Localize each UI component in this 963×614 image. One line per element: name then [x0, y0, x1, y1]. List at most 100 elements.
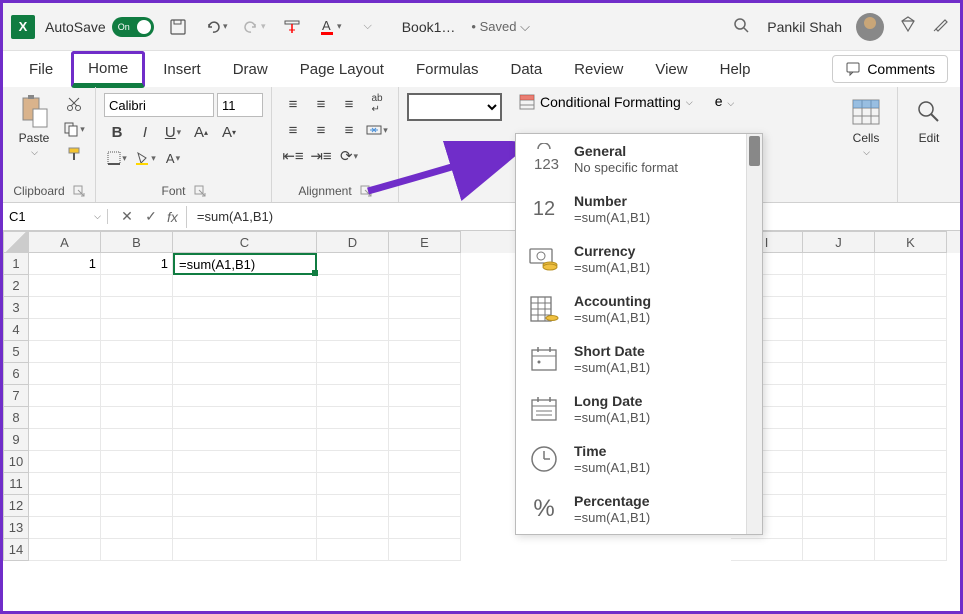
saved-status[interactable]: • Saved ⌵ — [471, 19, 530, 35]
cell[interactable] — [803, 385, 875, 407]
decrease-indent-icon[interactable]: ⇤≡ — [280, 145, 306, 167]
cell[interactable] — [29, 341, 101, 363]
cell[interactable] — [875, 297, 947, 319]
cell[interactable] — [803, 275, 875, 297]
cell[interactable] — [389, 473, 461, 495]
cell[interactable] — [29, 363, 101, 385]
cell[interactable] — [803, 341, 875, 363]
cell[interactable] — [731, 539, 803, 561]
cell-b1[interactable]: 1 — [101, 253, 173, 275]
comments-button[interactable]: Comments — [832, 55, 948, 83]
cell[interactable] — [29, 495, 101, 517]
cell[interactable] — [875, 275, 947, 297]
redo-icon[interactable]: ▾ — [240, 13, 268, 41]
cell[interactable] — [101, 539, 173, 561]
cell[interactable] — [389, 363, 461, 385]
font-color-icon[interactable]: A▾ — [160, 147, 186, 169]
cell[interactable] — [875, 385, 947, 407]
format-painter-icon[interactable] — [61, 143, 87, 165]
col-header[interactable]: B — [101, 231, 173, 253]
cell[interactable] — [317, 539, 389, 561]
row-header[interactable]: 7 — [3, 385, 29, 407]
row-header[interactable]: 3 — [3, 297, 29, 319]
cell[interactable] — [317, 385, 389, 407]
row-header[interactable]: 8 — [3, 407, 29, 429]
tab-formulas[interactable]: Formulas — [402, 55, 493, 84]
underline-icon[interactable]: U▾ — [160, 121, 186, 143]
row-header[interactable]: 12 — [3, 495, 29, 517]
cell[interactable] — [173, 385, 317, 407]
cell[interactable] — [29, 275, 101, 297]
cell[interactable] — [173, 539, 317, 561]
row-header[interactable]: 1 — [3, 253, 29, 275]
cell[interactable] — [101, 429, 173, 451]
cell[interactable] — [101, 363, 173, 385]
dialog-launcher-icon[interactable] — [360, 185, 372, 197]
format-icon[interactable] — [278, 13, 306, 41]
format-time[interactable]: Time=sum(A1,B1) — [516, 434, 762, 484]
tab-review[interactable]: Review — [560, 55, 637, 84]
italic-icon[interactable]: I — [132, 121, 158, 143]
cell[interactable] — [803, 253, 875, 275]
cell[interactable] — [173, 495, 317, 517]
editing-button[interactable]: Edit — [906, 93, 952, 147]
fx-icon[interactable]: fx — [167, 209, 178, 225]
format-percentage[interactable]: % Percentage=sum(A1,B1) — [516, 484, 762, 534]
number-format-select[interactable] — [407, 93, 502, 121]
cell[interactable] — [875, 495, 947, 517]
more-icon[interactable]: ⌵ — [354, 13, 382, 41]
cell[interactable] — [317, 495, 389, 517]
cell[interactable] — [803, 363, 875, 385]
cell[interactable] — [101, 275, 173, 297]
cell[interactable] — [101, 451, 173, 473]
cell[interactable] — [389, 341, 461, 363]
cell[interactable] — [173, 319, 317, 341]
cell[interactable] — [317, 451, 389, 473]
cell[interactable] — [101, 495, 173, 517]
cell[interactable] — [101, 297, 173, 319]
cancel-icon[interactable]: ✕ — [116, 206, 138, 228]
tab-view[interactable]: View — [641, 55, 701, 84]
cell[interactable] — [29, 429, 101, 451]
format-accounting[interactable]: Accounting=sum(A1,B1) — [516, 284, 762, 334]
orientation-icon[interactable]: ⟳▾ — [336, 145, 362, 167]
format-currency[interactable]: Currency=sum(A1,B1) — [516, 234, 762, 284]
diamond-icon[interactable] — [898, 14, 918, 39]
borders-icon[interactable]: ▾ — [104, 147, 130, 169]
cell[interactable] — [317, 275, 389, 297]
cell[interactable] — [875, 363, 947, 385]
row-header[interactable]: 11 — [3, 473, 29, 495]
dialog-launcher-icon[interactable] — [73, 185, 85, 197]
row-header[interactable]: 2 — [3, 275, 29, 297]
cell[interactable] — [803, 451, 875, 473]
cell[interactable] — [389, 429, 461, 451]
cell[interactable] — [101, 385, 173, 407]
tab-file[interactable]: File — [15, 55, 67, 84]
cell[interactable] — [875, 319, 947, 341]
cell[interactable] — [389, 517, 461, 539]
cell-c1[interactable]: =sum(A1,B1) — [173, 253, 317, 275]
row-header[interactable]: 4 — [3, 319, 29, 341]
document-title[interactable]: Book1… — [402, 19, 456, 35]
cell[interactable] — [317, 319, 389, 341]
toggle-switch[interactable]: On — [112, 17, 154, 37]
cell[interactable] — [389, 539, 461, 561]
cell[interactable] — [803, 517, 875, 539]
cell[interactable] — [173, 363, 317, 385]
tab-draw[interactable]: Draw — [219, 55, 282, 84]
cell[interactable] — [875, 407, 947, 429]
undo-icon[interactable]: ▾ — [202, 13, 230, 41]
row-header[interactable]: 5 — [3, 341, 29, 363]
increase-indent-icon[interactable]: ⇥≡ — [308, 145, 334, 167]
merge-icon[interactable]: ▾ — [364, 119, 390, 141]
cell[interactable] — [875, 539, 947, 561]
format-short-date[interactable]: Short Date=sum(A1,B1) — [516, 334, 762, 384]
cell[interactable] — [875, 451, 947, 473]
cell[interactable] — [317, 253, 389, 275]
align-middle-icon[interactable]: ≡ — [308, 93, 334, 115]
cell[interactable] — [173, 473, 317, 495]
format-number[interactable]: 12 Number=sum(A1,B1) — [516, 184, 762, 234]
cell[interactable] — [389, 451, 461, 473]
cell[interactable] — [875, 341, 947, 363]
cell[interactable] — [173, 275, 317, 297]
